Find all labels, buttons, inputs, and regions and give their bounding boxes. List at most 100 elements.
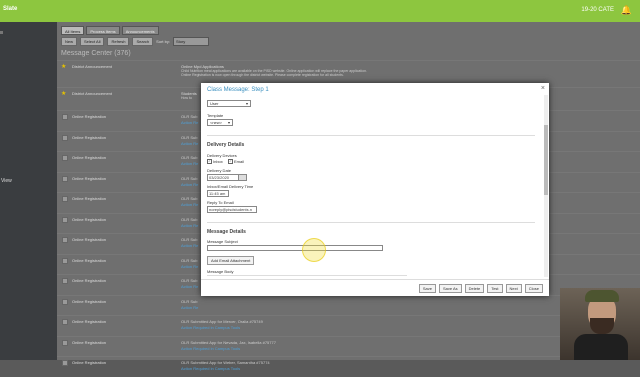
- action-link[interactable]: Action Re: [181, 223, 198, 228]
- chevron-down-icon: ▾: [227, 120, 230, 125]
- dialog-footer: Save Save As Delete Test Next Close: [201, 279, 549, 297]
- sort-select[interactable]: Story: [172, 37, 209, 46]
- table-row[interactable]: Online Registration OLR Submitted App for…: [57, 315, 640, 336]
- action-link[interactable]: Action Required in Campus Tools: [181, 346, 240, 351]
- search-button[interactable]: Search: [132, 37, 154, 46]
- email-checkbox[interactable]: ✓: [228, 159, 233, 164]
- row-checkbox[interactable]: [62, 134, 68, 141]
- action-link[interactable]: Action Required in Campus Tools: [181, 325, 240, 330]
- announcement-text: Online Registration is now open through …: [181, 73, 344, 77]
- row-checkbox[interactable]: [62, 155, 68, 161]
- calendar-icon[interactable]: [238, 174, 247, 181]
- table-row[interactable]: Online Registration OLR Sub Action Re: [57, 294, 640, 316]
- message-tabs: All Items Process Items Announcements: [61, 26, 159, 35]
- table-row[interactable]: Online Registration OLR Submitted App for…: [57, 356, 640, 377]
- row-checkbox[interactable]: [62, 175, 68, 182]
- delivery-time-input[interactable]: 11:45 am: [207, 190, 229, 197]
- message-subject: OLR Sub: [181, 134, 198, 140]
- template-select-value: <new>: [210, 120, 223, 125]
- inbox-checkbox[interactable]: ✓: [207, 159, 212, 164]
- row-checkbox[interactable]: [62, 216, 68, 223]
- top-bar: Slate 19-20 CATE 🔔: [0, 0, 640, 22]
- next-button[interactable]: Next: [505, 284, 522, 293]
- message-center-title: Message Center (376): [61, 50, 131, 57]
- scrollbar-thumb[interactable]: [544, 125, 548, 195]
- close-icon[interactable]: ×: [541, 85, 545, 92]
- message-type: Online Registration: [72, 257, 107, 263]
- action-link[interactable]: Action Re: [181, 202, 198, 207]
- dialog-buttons: Save Save As Delete Test Next Close: [418, 284, 543, 293]
- delivery-details-heading: Delivery Details: [207, 142, 245, 148]
- message-subject: OLR Sub: [181, 298, 198, 304]
- bell-icon[interactable]: 🔔: [621, 5, 632, 16]
- save-button[interactable]: Save: [418, 284, 436, 293]
- row-checkbox[interactable]: [62, 257, 68, 264]
- action-link[interactable]: Action Re: [181, 141, 198, 146]
- row-checkbox[interactable]: [62, 278, 68, 284]
- divider: [207, 222, 535, 223]
- message-subject: OLR Sub: [181, 196, 198, 201]
- message-details-heading: Message Details: [207, 229, 246, 235]
- close-button[interactable]: Close: [524, 284, 543, 293]
- action-link[interactable]: Action Re: [181, 305, 198, 310]
- action-link[interactable]: Action Re: [181, 120, 198, 125]
- select-all-button[interactable]: Select All: [80, 37, 105, 46]
- row-checkbox[interactable]: [62, 319, 68, 325]
- message-type: Online Registration: [72, 339, 107, 345]
- sort-label: Sort by:: [156, 39, 170, 44]
- dialog-scrollbar[interactable]: [544, 95, 548, 277]
- row-checkbox[interactable]: [62, 339, 68, 346]
- reply-to-input[interactable]: noreply@pisdstudents.n: [207, 206, 257, 213]
- action-link[interactable]: Action Re: [181, 243, 198, 248]
- announcement-icon: ★: [61, 64, 67, 70]
- tab-announcements[interactable]: Announcements: [121, 26, 159, 35]
- presenter-body: [574, 334, 628, 360]
- action-link[interactable]: Action Re: [181, 161, 198, 166]
- divider: [207, 135, 535, 136]
- save-as-button[interactable]: Save As: [438, 284, 462, 293]
- message-type: Online Registration: [72, 278, 107, 283]
- row-checkbox[interactable]: [62, 360, 68, 366]
- test-button[interactable]: Test: [487, 284, 503, 293]
- message-subject-input[interactable]: [207, 245, 383, 251]
- delivery-date-label: Delivery Date: [207, 168, 232, 173]
- row-checkbox[interactable]: [62, 114, 68, 120]
- action-link[interactable]: Action Re: [181, 284, 198, 289]
- announcement-icon: ★: [61, 91, 67, 97]
- action-link[interactable]: Action Required in Campus Tools: [181, 366, 240, 371]
- delivery-date-input[interactable]: 03/23/2020: [207, 174, 239, 181]
- user-select[interactable]: User ▾: [207, 100, 251, 107]
- template-select[interactable]: <new> ▾: [207, 119, 233, 126]
- delete-button[interactable]: Delete: [464, 284, 485, 293]
- tab-all-items[interactable]: All Items: [61, 26, 85, 35]
- user-select-value: User: [210, 101, 219, 106]
- message-type: Online Registration: [72, 155, 107, 160]
- action-link[interactable]: Action Re: [181, 264, 198, 269]
- action-link[interactable]: Action Re: [181, 182, 198, 187]
- row-checkbox[interactable]: [62, 237, 68, 243]
- message-subject-label: Message Subject: [207, 239, 238, 244]
- message-type: District Announcement: [72, 64, 113, 69]
- message-subject: OLR Submitted App for Mercer, Oralia #75…: [181, 319, 263, 324]
- sidebar-item-view[interactable]: View: [1, 178, 12, 184]
- message-subject: OLR Sub: [181, 216, 198, 222]
- message-toolbar: New Select All Refresh Search Sort by: S…: [61, 37, 209, 46]
- delivery-time-label: Inbox/Email Delivery Time: [207, 184, 254, 189]
- table-row[interactable]: Online Registration OLR Submitted App for…: [57, 335, 640, 357]
- message-subject: OLR Sub: [181, 114, 198, 119]
- app-logo[interactable]: Slate: [3, 6, 17, 12]
- cursor-highlight: [302, 238, 326, 262]
- message-subject: OLR Sub: [181, 278, 198, 283]
- refresh-button[interactable]: Refresh: [107, 37, 130, 46]
- row-checkbox[interactable]: [62, 196, 68, 202]
- email-label: Email: [234, 159, 245, 164]
- presenter-cap: [585, 290, 619, 302]
- new-button[interactable]: New: [61, 37, 78, 46]
- add-email-attachment-button[interactable]: Add Email Attachment: [207, 256, 255, 265]
- message-body-editor-top[interactable]: [207, 275, 407, 276]
- tab-process-items[interactable]: Process Items: [86, 26, 120, 35]
- row-checkbox[interactable]: [62, 298, 68, 305]
- school-year-label[interactable]: 19-20 CATE: [581, 7, 614, 13]
- sidebar-arrow-icon[interactable]: [0, 31, 3, 34]
- webcam-overlay: [560, 288, 640, 360]
